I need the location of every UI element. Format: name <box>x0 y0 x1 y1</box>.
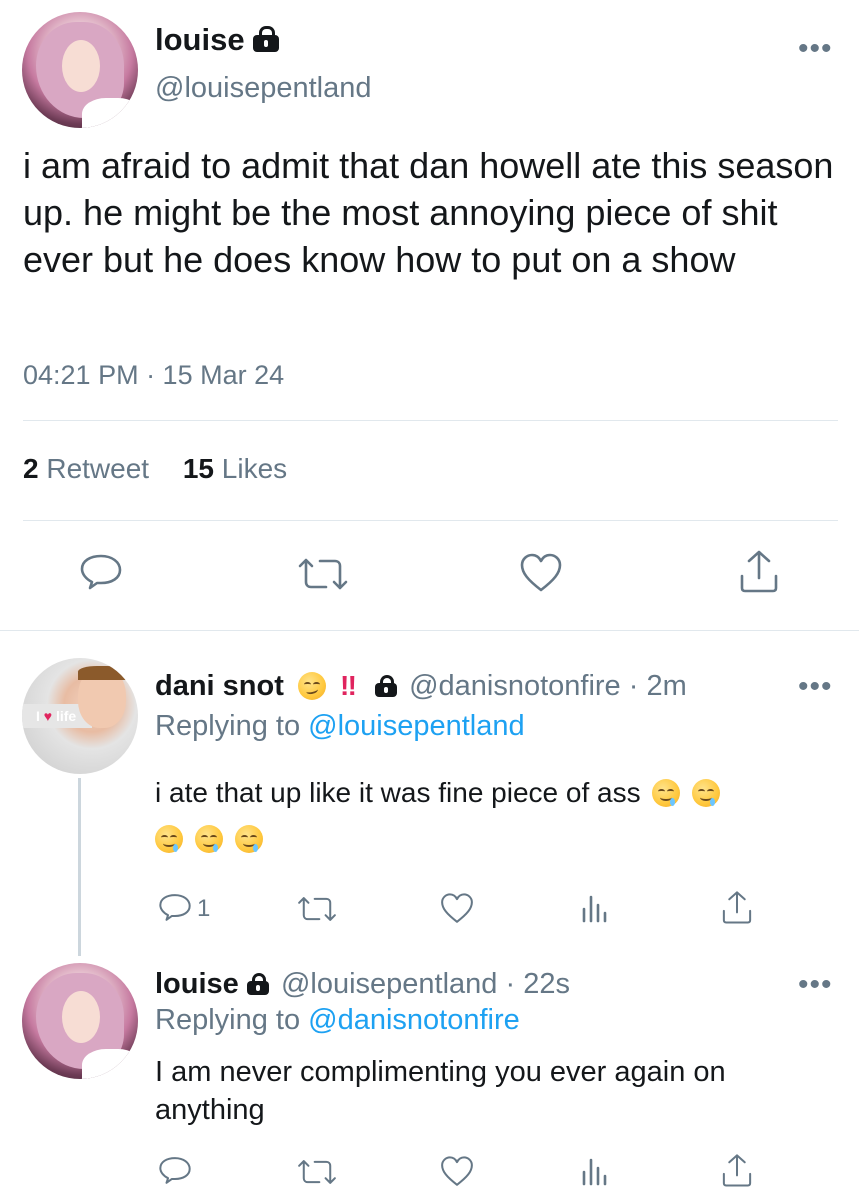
engagement-stats: 2 Retweet 15 Likes <box>23 453 287 485</box>
divider <box>23 420 838 421</box>
share-icon <box>722 1154 752 1187</box>
reply-count: 1 <box>197 895 211 922</box>
drooling-face-icon <box>234 825 263 853</box>
share-button[interactable] <box>737 548 781 599</box>
like-icon <box>441 1156 473 1186</box>
avatar-sticker-text: I ♥ life <box>36 708 77 724</box>
retweet-button[interactable] <box>296 895 338 928</box>
more-options-icon[interactable]: ••• <box>798 672 833 702</box>
more-options-icon[interactable]: ••• <box>798 970 833 1000</box>
replying-to: Replying to @louisepentland <box>155 710 525 742</box>
more-options-icon[interactable]: ••• <box>798 34 833 64</box>
timestamp[interactable]: 04:21 PM · 15 Mar 24 <box>23 360 284 391</box>
reply-button[interactable] <box>157 1155 193 1194</box>
reply-icon <box>80 554 122 590</box>
retweet-icon <box>298 1160 336 1184</box>
reply-icon <box>159 1157 191 1184</box>
reply-text: i ate that up like it was fine piece of … <box>155 777 641 808</box>
mention-link[interactable]: @danisnotonfire <box>308 1004 520 1036</box>
reply-header: dani snot ‼ @danisnotonfire · 2m <box>155 670 687 703</box>
handle[interactable]: @louisepentland <box>155 72 371 105</box>
double-exclamation-icon: ‼ <box>340 670 357 701</box>
analytics-button[interactable] <box>580 1154 610 1191</box>
avatar[interactable] <box>22 963 138 1079</box>
thread-line <box>78 778 81 956</box>
analytics-button[interactable] <box>580 891 610 928</box>
divider <box>23 520 838 521</box>
share-icon <box>722 891 752 924</box>
like-button[interactable] <box>439 892 475 930</box>
drooling-face-icon <box>194 825 223 853</box>
handle-time[interactable]: @danisnotonfire · 2m <box>409 670 687 702</box>
display-name[interactable]: louise <box>155 968 239 1000</box>
smirk-emoji-icon <box>297 672 326 700</box>
tweet-text: i am afraid to admit that dan howell ate… <box>23 145 834 280</box>
divider <box>0 630 859 631</box>
like-icon <box>520 553 562 592</box>
reply-text: I am never complimenting you ever again … <box>155 1056 726 1126</box>
retweet-button[interactable] <box>296 556 350 597</box>
display-name[interactable]: dani snot <box>155 670 284 702</box>
like-button[interactable] <box>439 1155 475 1193</box>
replying-to: Replying to @danisnotonfire <box>155 1004 520 1036</box>
retweet-button[interactable] <box>296 1158 338 1191</box>
mention-link[interactable]: @louisepentland <box>308 710 524 742</box>
lock-icon <box>253 26 280 52</box>
handle-time[interactable]: @louisepentland · 22s <box>281 968 570 1000</box>
avatar[interactable]: I ♥ life <box>22 658 138 774</box>
analytics-icon <box>582 895 607 923</box>
lock-icon <box>246 973 269 995</box>
reply-button[interactable]: 1 <box>157 892 210 926</box>
reply-icon <box>159 894 191 921</box>
reply-button[interactable] <box>78 552 124 601</box>
reply-text-block: i ate that up like it was fine piece of … <box>155 770 815 862</box>
display-name[interactable]: louise <box>155 22 245 57</box>
retweet-icon <box>298 558 348 590</box>
like-button[interactable] <box>518 552 564 599</box>
share-button[interactable] <box>720 889 754 930</box>
reply-header: louise @louisepentland · 22s <box>155 968 570 1001</box>
avatar[interactable] <box>22 12 138 128</box>
retweet-stat[interactable]: 2 Retweet <box>23 453 149 484</box>
share-button[interactable] <box>720 1152 754 1193</box>
analytics-icon <box>582 1158 607 1186</box>
drooling-face-icon <box>692 779 721 807</box>
like-icon <box>441 893 473 923</box>
lock-icon <box>375 675 397 697</box>
drooling-face-icon <box>652 779 681 807</box>
drooling-face-icon <box>155 825 183 853</box>
likes-stat[interactable]: 15 Likes <box>183 453 287 484</box>
retweet-icon <box>298 897 336 921</box>
share-icon <box>740 550 778 593</box>
display-name-row: louise <box>155 22 280 58</box>
